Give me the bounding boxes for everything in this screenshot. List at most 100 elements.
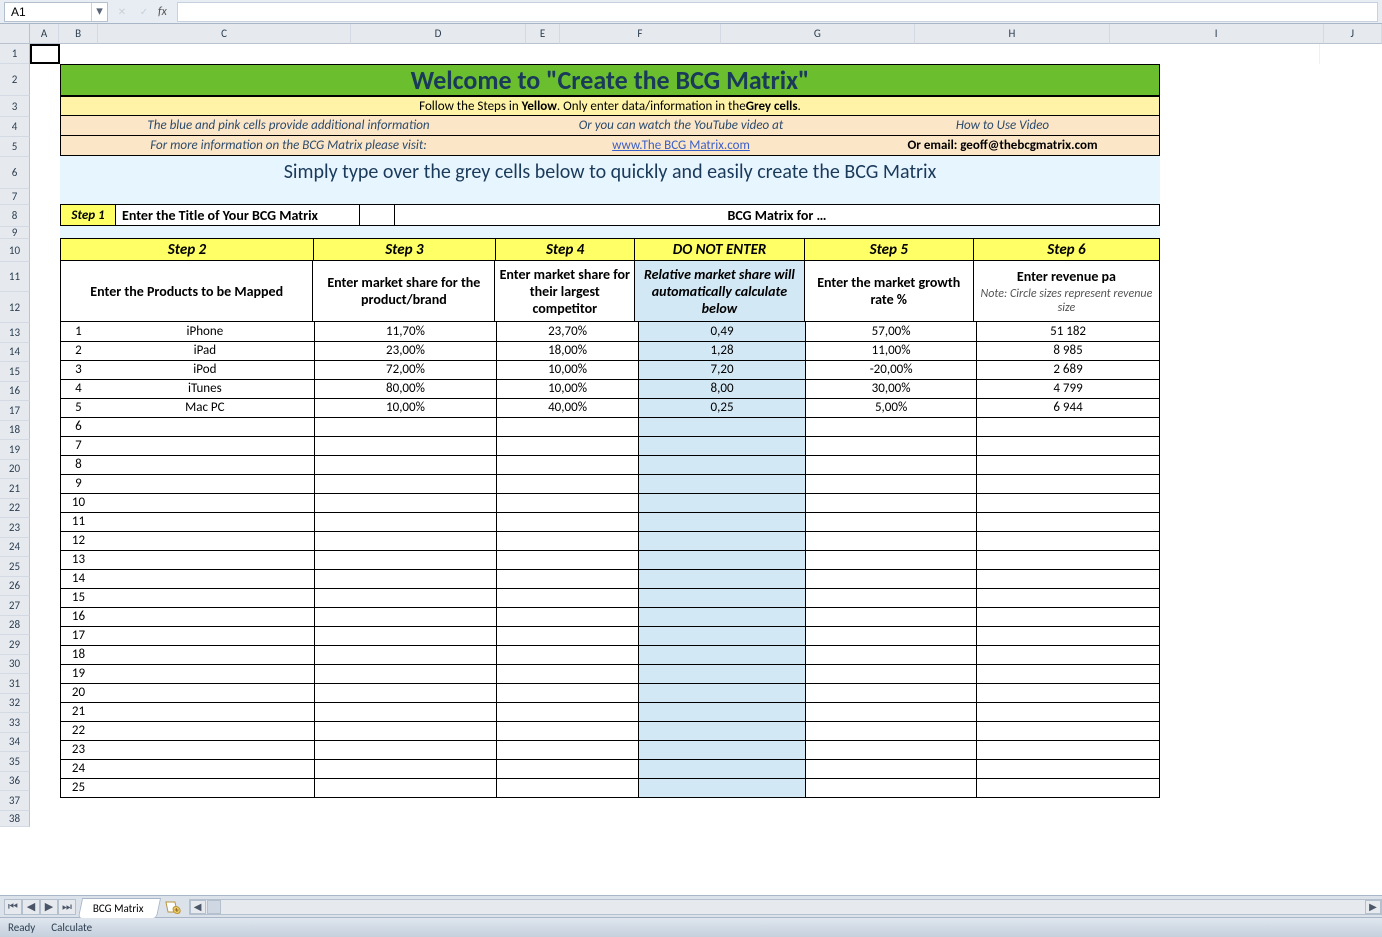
cell[interactable] [977,455,1160,474]
table-row[interactable]: 7 [61,436,1160,455]
cell[interactable] [497,512,639,531]
cell[interactable]: 6 [61,417,96,436]
cell[interactable] [497,626,639,645]
cell[interactable] [638,531,805,550]
cell[interactable]: 20 [61,683,96,702]
cell[interactable] [314,436,496,455]
col-header-F[interactable]: F [560,24,720,44]
cell[interactable] [638,607,805,626]
cell[interactable] [96,417,314,436]
table-row[interactable]: 17 [61,626,1160,645]
table-row[interactable]: 21 [61,702,1160,721]
cell[interactable] [96,455,314,474]
cell[interactable]: 8 [61,455,96,474]
cell[interactable] [96,645,314,664]
cell[interactable] [638,664,805,683]
cell[interactable] [497,683,639,702]
accept-formula-icon[interactable]: ✓ [136,4,152,20]
scroll-left-icon[interactable]: ◀ [190,900,206,914]
cell[interactable] [977,645,1160,664]
tab-nav-next-icon[interactable]: ▶ [40,899,58,915]
cell[interactable] [806,626,977,645]
row-header-2[interactable]: 2 [0,64,30,96]
row-header-12[interactable]: 12 [0,292,30,323]
row-header-10[interactable]: 10 [0,239,30,262]
cell[interactable] [638,702,805,721]
tab-nav-first-icon[interactable]: ⏮ [4,899,22,915]
cell[interactable]: 24 [61,759,96,778]
fx-label[interactable]: fx [158,5,167,19]
row-header-13[interactable]: 13 [0,323,30,343]
cell[interactable] [96,683,314,702]
spreadsheet-grid[interactable]: Welcome to "Create the BCG Matrix" Follo… [30,44,1382,895]
cell[interactable] [806,645,977,664]
cell[interactable]: 8 985 [977,341,1160,360]
cell[interactable] [806,759,977,778]
cell[interactable]: 9 [61,474,96,493]
cell[interactable] [977,626,1160,645]
cell[interactable] [497,664,639,683]
cell[interactable]: 10,00% [314,398,496,417]
row-header-38[interactable]: 38 [0,811,30,827]
cell[interactable] [806,778,977,797]
row-header-18[interactable]: 18 [0,421,30,441]
cell[interactable] [497,607,639,626]
cell[interactable] [497,778,639,797]
cell[interactable] [96,759,314,778]
cell[interactable] [638,474,805,493]
cell[interactable]: 51 182 [977,322,1160,341]
cell[interactable]: 23,70% [497,322,639,341]
cell[interactable] [314,512,496,531]
row-header-1[interactable]: 1 [0,44,30,64]
matrix-title-input[interactable]: BCG Matrix for … [395,204,1160,226]
cell[interactable] [96,721,314,740]
cell[interactable] [806,493,977,512]
row-header-27[interactable]: 27 [0,596,30,616]
row-header-26[interactable]: 26 [0,577,30,597]
cell[interactable]: 13 [61,550,96,569]
cell[interactable] [497,531,639,550]
cell[interactable] [977,531,1160,550]
col-header-E[interactable]: E [526,24,560,44]
cell[interactable] [314,417,496,436]
cell[interactable]: 4 799 [977,379,1160,398]
cell[interactable] [497,759,639,778]
cell[interactable]: 5 [61,398,96,417]
cell[interactable] [96,474,314,493]
cell[interactable] [638,512,805,531]
cell[interactable] [977,607,1160,626]
cell[interactable] [638,645,805,664]
cell[interactable]: 2 689 [977,360,1160,379]
table-row[interactable]: 14 [61,569,1160,588]
cell[interactable] [638,740,805,759]
cell[interactable]: 57,00% [806,322,977,341]
cell[interactable] [638,550,805,569]
cell[interactable] [314,550,496,569]
row-header-5[interactable]: 5 [0,137,30,157]
table-row[interactable]: 22 [61,721,1160,740]
cell[interactable]: 10,00% [497,379,639,398]
cell[interactable] [314,493,496,512]
col-header-A[interactable]: A [30,24,59,44]
cell[interactable] [806,474,977,493]
cell[interactable] [314,531,496,550]
new-sheet-icon[interactable] [163,899,182,915]
row-header-9[interactable]: 9 [0,227,30,239]
cell[interactable] [977,417,1160,436]
cell[interactable]: 3 [61,360,96,379]
cell[interactable]: 23,00% [314,341,496,360]
cell[interactable] [638,417,805,436]
table-row[interactable]: 9 [61,474,1160,493]
cell[interactable] [314,683,496,702]
cell[interactable] [638,436,805,455]
table-row[interactable]: 2iPad23,00%18,00%1,2811,00%8 985 [61,341,1160,360]
cell[interactable] [497,740,639,759]
cell[interactable] [96,626,314,645]
row-header-23[interactable]: 23 [0,518,30,538]
cell[interactable] [977,664,1160,683]
row-header-33[interactable]: 33 [0,713,30,733]
name-box-dropdown-icon[interactable]: ▾ [91,3,107,21]
cell[interactable] [806,512,977,531]
cell[interactable]: 8,00 [638,379,805,398]
cell[interactable] [96,493,314,512]
